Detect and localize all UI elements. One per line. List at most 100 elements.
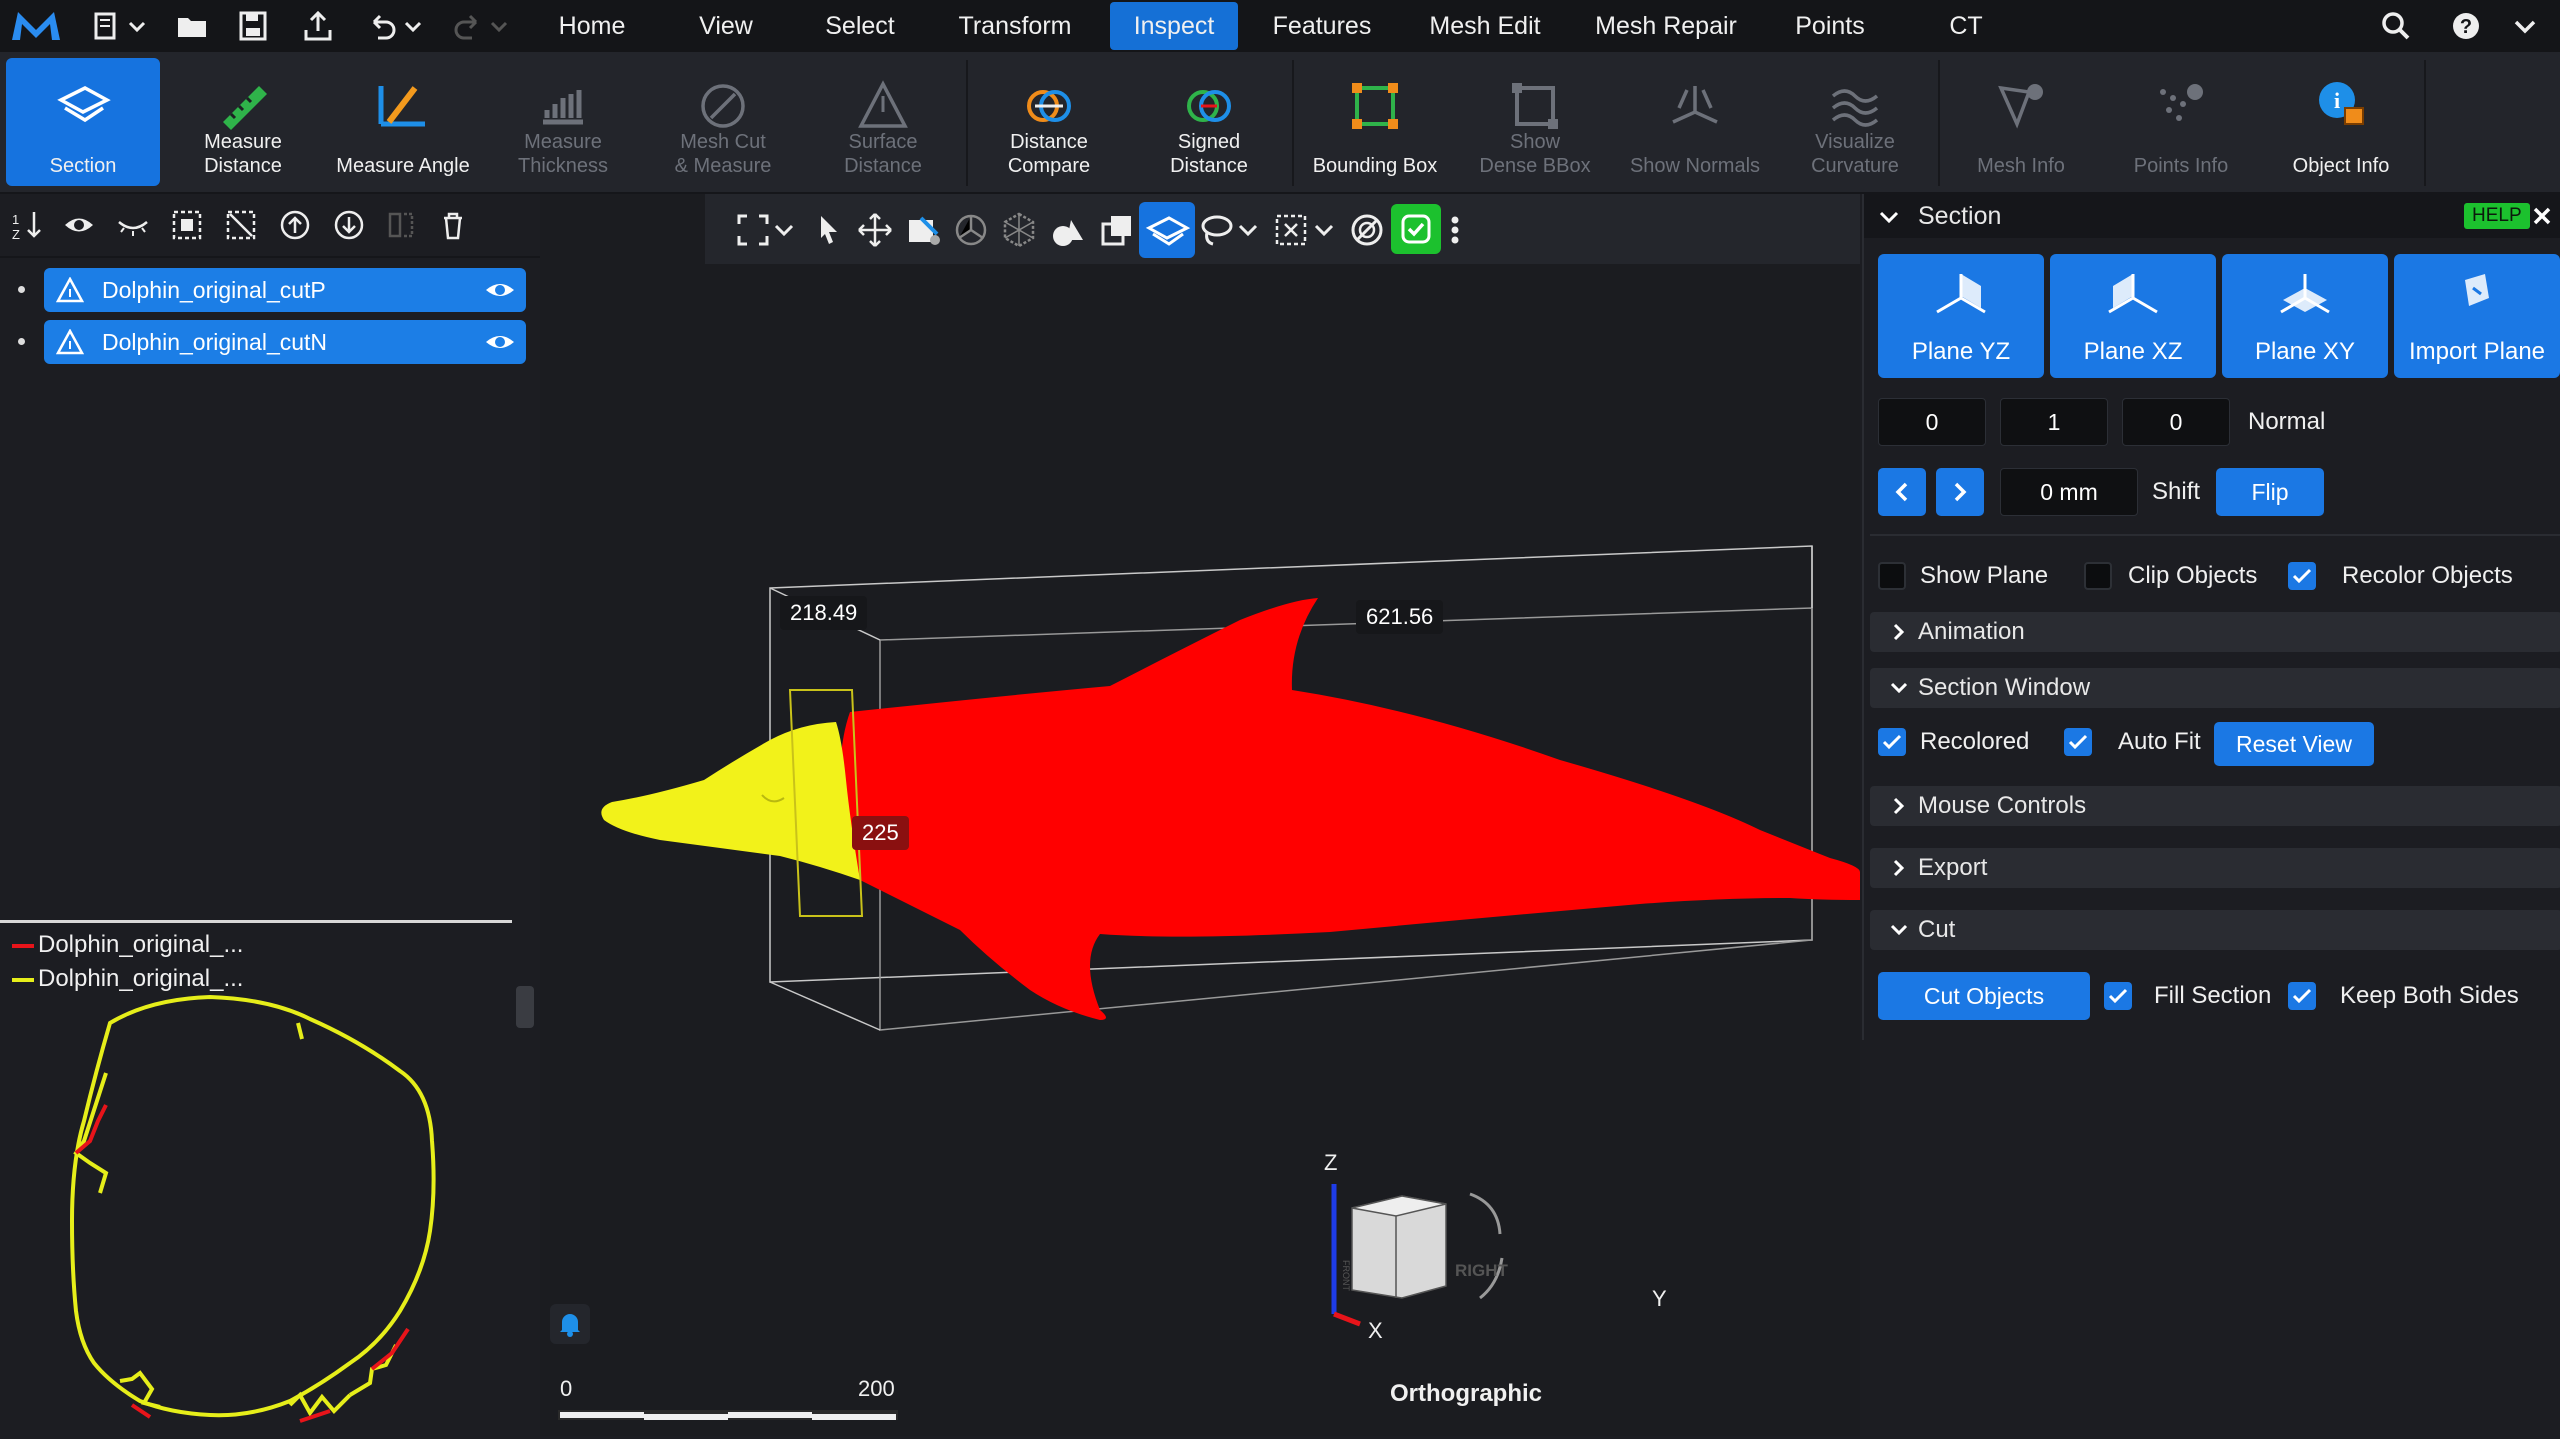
cut-objects-button[interactable]: Cut Objects bbox=[1878, 972, 2090, 1020]
shift-input[interactable]: 0 mm bbox=[2000, 468, 2138, 516]
open-folder-icon[interactable] bbox=[174, 8, 210, 44]
menu-mesh-edit[interactable]: Mesh Edit bbox=[1416, 0, 1554, 52]
view-cube-side[interactable]: FRONT bbox=[1341, 1260, 1351, 1291]
app-logo-icon[interactable] bbox=[8, 6, 64, 46]
menu-ct[interactable]: CT bbox=[1926, 0, 2006, 52]
export-icon[interactable] bbox=[300, 8, 336, 44]
eye-icon[interactable] bbox=[62, 208, 96, 242]
menu-inspect[interactable]: Inspect bbox=[1110, 2, 1238, 50]
move-down-icon[interactable] bbox=[332, 208, 366, 242]
box-select-icon[interactable] bbox=[1271, 210, 1311, 250]
points-info-button[interactable]: Points Info bbox=[2104, 58, 2258, 186]
animation-section-header[interactable]: Animation bbox=[1870, 612, 2560, 652]
search-icon[interactable] bbox=[2378, 8, 2414, 44]
distance-compare-button[interactable]: Distance Compare bbox=[972, 58, 1126, 186]
keep-both-sides-checkbox[interactable] bbox=[2288, 982, 2316, 1010]
object-row[interactable]: Dolphin_original_cutN bbox=[44, 320, 526, 364]
projection-label[interactable]: Orthographic bbox=[1390, 1380, 1542, 1408]
plane-yz-button[interactable]: Plane YZ bbox=[1878, 254, 2044, 378]
undo-icon[interactable] bbox=[364, 8, 400, 44]
measure-angle-button[interactable]: Measure Angle bbox=[326, 58, 480, 186]
menu-home[interactable]: Home bbox=[540, 0, 644, 52]
chevron-down-icon[interactable] bbox=[488, 8, 510, 44]
menu-view[interactable]: View bbox=[680, 0, 772, 52]
show-dense-bbox-button[interactable]: Show Dense BBox bbox=[1458, 58, 1612, 186]
mouse-controls-header[interactable]: Mouse Controls bbox=[1870, 786, 2560, 826]
chevron-down-icon[interactable] bbox=[1311, 210, 1337, 250]
shift-prev-button[interactable] bbox=[1878, 468, 1926, 516]
help-button[interactable]: HELP bbox=[2464, 203, 2530, 229]
redo-icon[interactable] bbox=[450, 8, 486, 44]
flip-button[interactable]: Flip bbox=[2216, 468, 2324, 516]
copy-objects-icon[interactable] bbox=[1097, 210, 1137, 250]
select-all-icon[interactable] bbox=[170, 208, 204, 242]
object-row[interactable]: Dolphin_original_cutP bbox=[44, 268, 526, 312]
export-header[interactable]: Export bbox=[1870, 848, 2560, 888]
3d-viewport[interactable]: 218.49 621.56 225 0 200 Z Y X RIGHT FRON… bbox=[540, 194, 1860, 1436]
normal-x-input[interactable]: 0 bbox=[1878, 398, 1986, 446]
paint-select-icon[interactable] bbox=[903, 210, 943, 250]
chevron-down-icon[interactable] bbox=[402, 8, 424, 44]
show-plane-checkbox[interactable] bbox=[1878, 562, 1906, 590]
show-normals-button[interactable]: Show Normals bbox=[1618, 58, 1772, 186]
recolored-checkbox[interactable] bbox=[1878, 728, 1906, 756]
reset-view-button[interactable]: Reset View bbox=[2214, 722, 2374, 766]
recolor-objects-checkbox[interactable] bbox=[2288, 562, 2316, 590]
close-icon[interactable] bbox=[2532, 206, 2552, 226]
dolphin-cut-positive[interactable] bbox=[840, 598, 1860, 1020]
split-icon[interactable] bbox=[384, 208, 418, 242]
eye-closed-icon[interactable] bbox=[116, 208, 150, 242]
section-window-header[interactable]: Section Window bbox=[1870, 668, 2560, 708]
point-select-icon[interactable] bbox=[999, 210, 1039, 250]
visibility-eye-icon[interactable] bbox=[484, 278, 516, 302]
object-info-button[interactable]: i Object Info bbox=[2264, 58, 2418, 186]
auto-fit-checkbox[interactable] bbox=[2064, 728, 2092, 756]
plane-xy-button[interactable]: Plane XY bbox=[2222, 254, 2388, 378]
save-icon[interactable] bbox=[236, 8, 272, 44]
menu-points[interactable]: Points bbox=[1780, 0, 1880, 52]
menu-mesh-repair[interactable]: Mesh Repair bbox=[1586, 0, 1746, 52]
measure-distance-button[interactable]: Measure Distance bbox=[166, 58, 320, 186]
visibility-eye-icon[interactable] bbox=[484, 330, 516, 354]
chevron-down-icon[interactable] bbox=[1235, 210, 1261, 250]
plane-xz-button[interactable]: Plane XZ bbox=[2050, 254, 2216, 378]
object-select-icon[interactable] bbox=[1049, 210, 1089, 250]
chevron-down-icon[interactable] bbox=[771, 210, 797, 250]
notification-button[interactable] bbox=[550, 1304, 590, 1344]
shift-next-button[interactable] bbox=[1936, 468, 1984, 516]
view-cube[interactable] bbox=[1330, 1174, 1570, 1334]
import-plane-button[interactable]: Import Plane bbox=[2394, 254, 2560, 378]
fit-view-icon[interactable] bbox=[733, 210, 773, 250]
section-graph[interactable]: Dolphin_original_... Dolphin_original_..… bbox=[0, 920, 512, 1436]
viewport-scene[interactable] bbox=[540, 194, 1860, 1436]
menu-features[interactable]: Features bbox=[1262, 0, 1382, 52]
surface-distance-button[interactable]: Surface Distance bbox=[806, 58, 960, 186]
mesh-select-icon[interactable] bbox=[951, 210, 991, 250]
section-tool-button[interactable]: Section bbox=[6, 58, 160, 186]
view-cube-face[interactable]: RIGHT bbox=[1455, 1261, 1508, 1281]
help-icon[interactable]: ? bbox=[2448, 8, 2484, 44]
bounding-box-button[interactable]: Bounding Box bbox=[1298, 58, 1452, 186]
cut-header[interactable]: Cut bbox=[1870, 910, 2560, 950]
chevron-down-icon[interactable] bbox=[126, 8, 148, 44]
menu-transform[interactable]: Transform bbox=[944, 0, 1086, 52]
trash-icon[interactable] bbox=[436, 208, 470, 242]
panel-resize-handle[interactable] bbox=[516, 986, 534, 1028]
chevron-down-icon[interactable] bbox=[2510, 8, 2540, 44]
move-icon[interactable] bbox=[855, 210, 895, 250]
normal-y-input[interactable]: 1 bbox=[2000, 398, 2108, 446]
move-up-icon[interactable] bbox=[278, 208, 312, 242]
deselect-icon[interactable] bbox=[224, 208, 258, 242]
chevron-down-icon[interactable] bbox=[1878, 206, 1900, 228]
signed-distance-button[interactable]: Signed Distance bbox=[1132, 58, 1286, 186]
mesh-info-button[interactable]: Mesh Info bbox=[1944, 58, 2098, 186]
lasso-icon[interactable] bbox=[1197, 210, 1237, 250]
visualize-curvature-button[interactable]: Visualize Curvature bbox=[1778, 58, 1932, 186]
no-snap-icon[interactable] bbox=[1347, 210, 1387, 250]
sort-icon[interactable]: 1Z bbox=[12, 208, 46, 242]
new-file-icon[interactable] bbox=[90, 8, 126, 44]
normal-z-input[interactable]: 0 bbox=[2122, 398, 2230, 446]
confirm-button[interactable] bbox=[1391, 204, 1441, 254]
menu-select[interactable]: Select bbox=[808, 0, 912, 52]
dolphin-cut-negative[interactable] bbox=[601, 722, 860, 880]
